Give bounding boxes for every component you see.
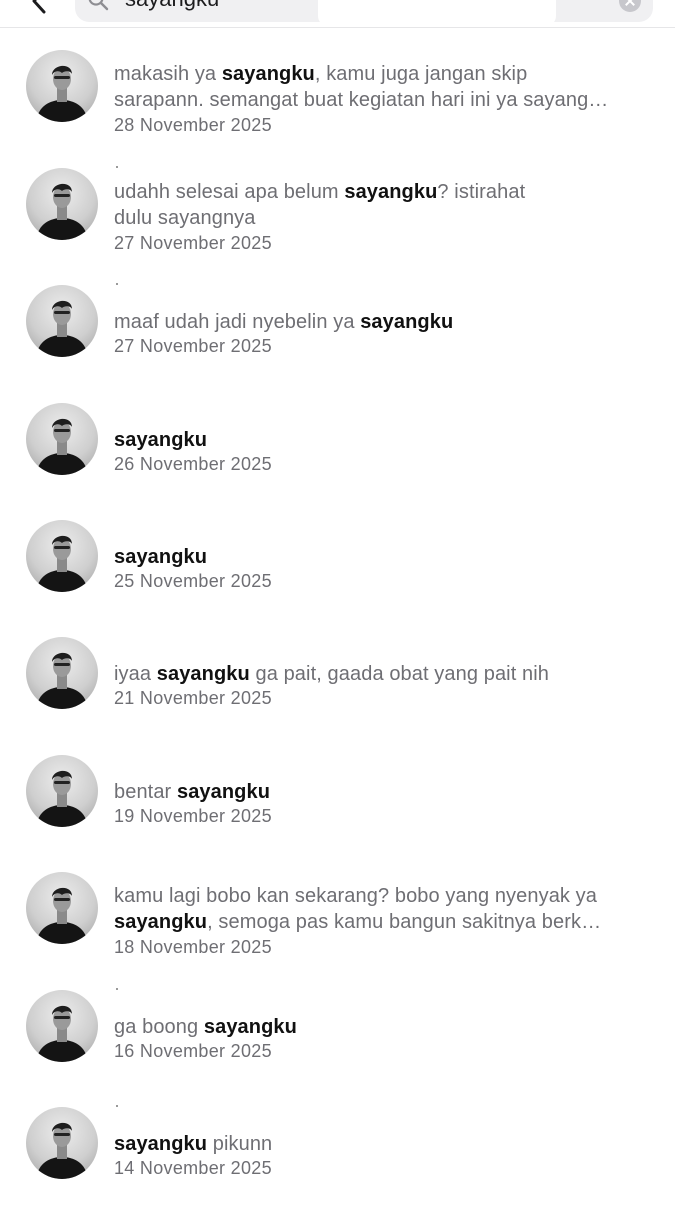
message-text: ga pait, gaada obat yang pait nih xyxy=(249,663,550,685)
message-text: kamu lagi bobo kan sekarang? bobo yang n… xyxy=(114,885,598,907)
highlighted-keyword: sayangku xyxy=(114,429,208,451)
avatar xyxy=(26,872,98,944)
message-date: 25 November 2025 xyxy=(114,571,272,591)
search-header: sayangku xyxy=(0,0,675,28)
message-snippet: iyaa sayangku ga pait, gaada obat yang p… xyxy=(114,661,649,687)
search-icon xyxy=(87,0,109,11)
search-query: sayangku xyxy=(125,0,219,12)
message-text: makasih ya xyxy=(114,63,222,85)
highlighted-keyword: sayangku xyxy=(114,1133,208,1155)
message-line: dulu sayangnya xyxy=(114,205,649,231)
message-text: ? istirahat xyxy=(437,181,526,203)
highlighted-keyword: sayangku xyxy=(114,911,208,933)
message-text: maaf udah jadi nyebelin ya xyxy=(114,311,361,333)
highlighted-keyword: sayangku xyxy=(156,663,250,685)
message-line: maaf udah jadi nyebelin ya sayangku xyxy=(114,309,649,335)
search-result-row[interactable]: sayangku 25 November 2025 xyxy=(0,520,675,620)
message-text: sarapann. semangat buat kegiatan hari in… xyxy=(114,89,609,111)
message-date: 19 November 2025 xyxy=(114,806,272,826)
search-result-row[interactable]: kamu lagi bobo kan sekarang? bobo yang n… xyxy=(0,872,675,972)
message-text: dulu sayangnya xyxy=(114,207,256,229)
message-snippet: kamu lagi bobo kan sekarang? bobo yang n… xyxy=(114,883,649,935)
message-date: 28 November 2025 xyxy=(114,115,272,135)
speck xyxy=(116,166,118,168)
message-date: 27 November 2025 xyxy=(114,336,272,356)
highlighted-keyword: sayangku xyxy=(344,181,438,203)
message-line: makasih ya sayangku, kamu juga jangan sk… xyxy=(114,61,649,87)
search-result-row[interactable]: sayangku pikunn 14 November 2025 xyxy=(0,1105,675,1207)
message-text: bentar xyxy=(114,781,177,803)
avatar xyxy=(26,403,98,475)
message-line: sayangku xyxy=(114,544,649,570)
message-snippet: sayangku pikunn xyxy=(114,1131,649,1157)
chevron-left-icon xyxy=(32,0,46,14)
speck xyxy=(116,988,118,990)
message-line: kamu lagi bobo kan sekarang? bobo yang n… xyxy=(114,883,649,909)
message-snippet: udahh selesai apa belum sayangku? istira… xyxy=(114,179,649,231)
search-result-row[interactable]: sayangku 26 November 2025 xyxy=(0,403,675,503)
header-mask xyxy=(318,0,556,26)
avatar xyxy=(26,285,98,357)
avatar xyxy=(26,637,98,709)
message-line: sayangku, semoga pas kamu bangun sakitny… xyxy=(114,909,649,935)
message-date: 21 November 2025 xyxy=(114,688,272,708)
message-snippet: ga boong sayangku xyxy=(114,1014,649,1040)
message-line: ga boong sayangku xyxy=(114,1014,649,1040)
message-date: 16 November 2025 xyxy=(114,1041,272,1061)
highlighted-keyword: sayangku xyxy=(360,311,454,333)
avatar xyxy=(26,1107,98,1179)
highlighted-keyword: sayangku xyxy=(203,1016,297,1038)
speck xyxy=(116,1105,118,1107)
search-result-row[interactable]: makasih ya sayangku, kamu juga jangan sk… xyxy=(0,50,675,150)
message-snippet: bentar sayangku xyxy=(114,779,649,805)
message-date: 26 November 2025 xyxy=(114,454,272,474)
avatar xyxy=(26,520,98,592)
message-text: iyaa xyxy=(114,663,157,685)
message-snippet: sayangku xyxy=(114,544,649,570)
message-line: iyaa sayangku ga pait, gaada obat yang p… xyxy=(114,661,649,687)
message-snippet: maaf udah jadi nyebelin ya sayangku xyxy=(114,309,649,335)
message-date: 18 November 2025 xyxy=(114,937,272,957)
highlighted-keyword: sayangku xyxy=(114,546,208,568)
avatar xyxy=(26,168,98,240)
search-result-row[interactable]: bentar sayangku 19 November 2025 xyxy=(0,755,675,855)
search-result-row[interactable]: udahh selesai apa belum sayangku? istira… xyxy=(0,166,675,268)
message-line: bentar sayangku xyxy=(114,779,649,805)
message-text: , semoga pas kamu bangun sakitnya berk… xyxy=(207,911,602,933)
message-line: sayangku xyxy=(114,427,649,453)
message-line: sarapann. semangat buat kegiatan hari in… xyxy=(114,87,649,113)
message-text: , kamu juga jangan skip xyxy=(314,63,528,85)
back-button[interactable] xyxy=(24,0,54,16)
avatar xyxy=(26,990,98,1062)
search-result-row[interactable]: iyaa sayangku ga pait, gaada obat yang p… xyxy=(0,637,675,737)
highlighted-keyword: sayangku xyxy=(176,781,271,803)
message-snippet: makasih ya sayangku, kamu juga jangan sk… xyxy=(114,61,649,113)
clear-search-icon[interactable] xyxy=(619,0,641,12)
speck xyxy=(116,283,118,285)
message-text: pikunn xyxy=(207,1133,273,1155)
avatar xyxy=(26,755,98,827)
search-result-row[interactable]: maaf udah jadi nyebelin ya sayangku 27 No… xyxy=(0,283,675,385)
avatar xyxy=(26,50,98,122)
message-text: ga boong xyxy=(114,1016,204,1038)
message-snippet: sayangku xyxy=(114,427,649,453)
highlighted-keyword: sayangku xyxy=(221,63,315,85)
message-date: 14 November 2025 xyxy=(114,1158,272,1178)
message-line: udahh selesai apa belum sayangku? istira… xyxy=(114,179,649,205)
search-result-row[interactable]: ga boong sayangku 16 November 2025 xyxy=(0,988,675,1090)
message-line: sayangku pikunn xyxy=(114,1131,649,1157)
message-date: 27 November 2025 xyxy=(114,233,272,253)
message-text: udahh selesai apa belum xyxy=(114,181,345,203)
